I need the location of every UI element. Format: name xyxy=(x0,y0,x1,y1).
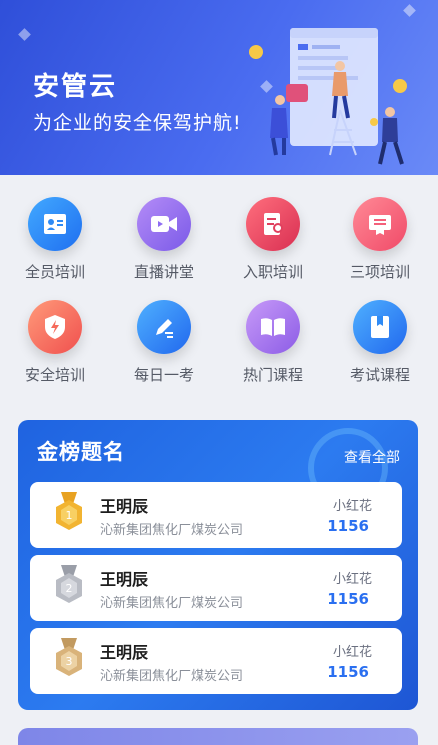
user-score: 1156 xyxy=(327,663,369,681)
svg-text:2: 2 xyxy=(66,582,73,595)
decor-diamond xyxy=(18,28,31,41)
menu-item-live-lecture[interactable]: 直播讲堂 xyxy=(109,197,219,282)
user-score: 1156 xyxy=(327,517,369,535)
view-all-link[interactable]: 查看全部 xyxy=(344,447,400,467)
user-organization: 沁新集团焦化厂煤炭公司 xyxy=(100,669,244,684)
app-slogan: 为企业的安全保驾护航! xyxy=(33,112,242,134)
team-illustration xyxy=(249,28,407,165)
menu-item-daily-quiz[interactable]: 每日一考 xyxy=(109,300,219,385)
user-organization: 沁新集团焦化厂煤炭公司 xyxy=(100,596,244,611)
menu-item-label: 三项培训 xyxy=(349,263,410,281)
open-book-icon xyxy=(246,300,300,354)
menu-item-label: 入职培训 xyxy=(242,263,303,281)
menu-item-label: 热门课程 xyxy=(242,366,303,384)
pencil-icon xyxy=(137,300,191,354)
app-brand: 安管云 xyxy=(33,72,118,102)
user-name: 王明辰 xyxy=(100,570,149,589)
menu-item-safety-training[interactable]: 安全培训 xyxy=(0,300,110,385)
video-camera-icon xyxy=(137,197,191,251)
user-name: 王明辰 xyxy=(100,643,149,662)
user-name: 王明辰 xyxy=(100,497,149,516)
silver-medal-icon: 2 xyxy=(56,565,82,603)
menu-item-exam-courses[interactable]: 考试课程 xyxy=(325,300,435,385)
bronze-medal-icon: 3 xyxy=(56,638,82,676)
header-banner: 安管云 为企业的安全保驾护航! xyxy=(0,0,438,175)
menu-item-label: 直播讲堂 xyxy=(133,263,194,281)
menu-item-all-staff-training[interactable]: 全员培训 xyxy=(0,197,110,282)
leaderboard-row[interactable]: 3 王明辰 沁新集团焦化厂煤炭公司 小红花 1156 xyxy=(30,628,402,694)
menu-item-label: 全员培训 xyxy=(24,263,85,281)
menu-item-label: 安全培训 xyxy=(24,366,85,384)
user-score: 1156 xyxy=(327,590,369,608)
menu-item-onboarding-training[interactable]: 入职培训 xyxy=(218,197,328,282)
leaderboard-row[interactable]: 2 王明辰 沁新集团焦化厂煤炭公司 小红花 1156 xyxy=(30,555,402,621)
menu-item-three-item-training[interactable]: 三项培训 xyxy=(325,197,435,282)
shield-lightning-icon xyxy=(28,300,82,354)
onboarding-doc-icon xyxy=(246,197,300,251)
bookmark-book-icon xyxy=(353,300,407,354)
leaderboard-row[interactable]: 1 王明辰 沁新集团焦化厂煤炭公司 小红花 1156 xyxy=(30,482,402,548)
menu-item-label: 考试课程 xyxy=(349,366,410,384)
flower-tag: 小红花 xyxy=(332,499,372,514)
menu-item-label: 每日一考 xyxy=(133,366,194,384)
flower-tag: 小红花 xyxy=(332,645,372,660)
menu-item-hot-courses[interactable]: 热门课程 xyxy=(218,300,328,385)
gold-medal-icon: 1 xyxy=(56,492,82,530)
leaderboard-title: 金榜题名 xyxy=(37,440,125,464)
svg-text:1: 1 xyxy=(66,509,73,522)
svg-text:3: 3 xyxy=(66,655,73,668)
leaderboard-panel: 金榜题名 查看全部 1 王明辰 沁新集团焦化厂煤炭公司 小红花 1156 2 王… xyxy=(18,420,418,710)
flower-tag: 小红花 xyxy=(332,572,372,587)
next-section-banner[interactable] xyxy=(18,728,418,745)
id-card-icon xyxy=(28,197,82,251)
user-organization: 沁新集团焦化厂煤炭公司 xyxy=(100,523,244,538)
certificate-icon xyxy=(353,197,407,251)
